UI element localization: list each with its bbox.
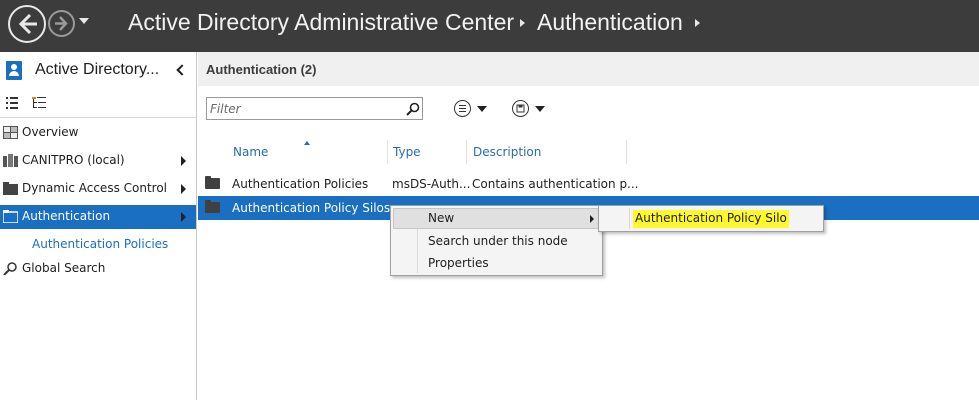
nav-item-overview[interactable]: Overview <box>0 121 196 145</box>
nav-item-label: Overview <box>22 125 79 139</box>
folder-icon <box>3 210 18 223</box>
nav-item-label: CANITPRO (local) <box>22 153 125 167</box>
view-toggle-bar <box>0 92 196 118</box>
filter-input[interactable] <box>210 100 400 117</box>
history-dropdown-icon[interactable] <box>79 18 89 24</box>
active-directory-icon <box>6 61 22 80</box>
row-name: Authentication Policies <box>232 177 369 191</box>
forward-arrow-icon <box>55 16 68 31</box>
menu-item-properties[interactable]: Properties <box>393 253 600 274</box>
breadcrumb-authentication[interactable]: Authentication <box>537 9 683 36</box>
menu-gutter <box>629 208 630 229</box>
column-header-type[interactable]: Type <box>387 140 467 164</box>
view-options-button[interactable] <box>452 99 492 119</box>
nav-item-label: Dynamic Access Control <box>22 181 168 195</box>
search-icon[interactable] <box>406 102 420 116</box>
navigation-title: Active Directory... <box>35 61 160 78</box>
nav-item-dynamic-access-control[interactable]: Dynamic Access Control <box>0 177 196 201</box>
forward-button[interactable] <box>48 10 75 37</box>
breadcrumb-root[interactable]: Active Directory Administrative Center <box>128 9 514 36</box>
save-query-button[interactable] <box>510 99 550 119</box>
context-menu: New Search under this node Properties <box>390 205 603 276</box>
content-title: Authentication (2) <box>206 62 317 77</box>
overview-icon <box>3 126 18 139</box>
menu-item-label: Properties <box>428 256 489 270</box>
folder-icon <box>205 176 220 189</box>
collapse-pane-icon[interactable] <box>176 64 188 76</box>
save-icon <box>512 100 529 117</box>
column-header-description[interactable]: Description <box>467 140 627 164</box>
new-submenu: Authentication Policy Silo <box>598 205 824 232</box>
row-description: Contains authentication p... <box>472 177 639 191</box>
nav-subitem-authentication-policies[interactable]: Authentication Policies <box>32 237 168 251</box>
expand-arrow-icon[interactable] <box>181 184 186 194</box>
nav-item-authentication[interactable]: Authentication <box>0 205 196 229</box>
nav-item-label: Authentication <box>22 209 111 223</box>
menu-item-label: New <box>428 211 455 225</box>
chevron-down-icon <box>535 106 545 112</box>
navigation-header: Active Directory... <box>0 52 196 90</box>
list-view-icon[interactable] <box>6 97 18 109</box>
back-button[interactable] <box>8 5 46 43</box>
chevron-down-icon <box>477 106 487 112</box>
row-name: Authentication Policy Silos <box>232 201 391 215</box>
tree-view-icon[interactable] <box>32 97 46 109</box>
menu-item-search-under-node[interactable]: Search under this node <box>393 231 600 252</box>
expand-arrow-icon[interactable] <box>181 156 186 166</box>
domain-icon <box>3 154 18 167</box>
menu-item-new[interactable]: New <box>393 208 600 229</box>
nav-item-canitpro[interactable]: CANITPRO (local) <box>0 149 196 173</box>
breadcrumb-chevron-icon[interactable] <box>695 19 700 27</box>
submenu-arrow-icon <box>590 215 594 223</box>
nav-item-global-search[interactable]: Global Search <box>0 257 196 281</box>
folder-icon <box>205 200 220 213</box>
expand-arrow-icon[interactable] <box>181 212 186 222</box>
content-header: Authentication (2) <box>198 52 979 86</box>
back-arrow-icon <box>18 13 37 35</box>
nav-item-label: Global Search <box>22 261 106 275</box>
navigation-pane: Active Directory... Overview CANITPRO (l… <box>0 52 197 400</box>
sort-ascending-icon <box>304 141 310 145</box>
menu-item-label: Search under this node <box>428 234 568 248</box>
menu-item-authentication-policy-silo[interactable]: Authentication Policy Silo <box>633 210 789 228</box>
title-bar: Active Directory Administrative Center A… <box>0 0 979 52</box>
table-row[interactable]: Authentication Policies msDS-Auth... Con… <box>198 172 979 196</box>
search-icon <box>3 262 17 275</box>
folder-icon <box>3 182 18 195</box>
breadcrumb-chevron-icon[interactable] <box>520 19 525 27</box>
row-type: msDS-Auth... <box>392 177 471 191</box>
list-options-icon <box>454 100 471 117</box>
filter-box <box>206 97 423 120</box>
